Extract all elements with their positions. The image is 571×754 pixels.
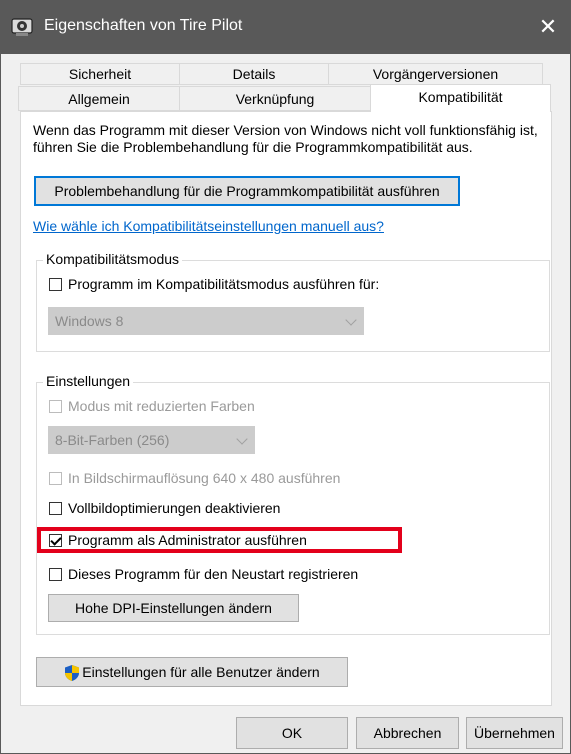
all-users-button[interactable]: Einstellungen für alle Benutzer ändern bbox=[36, 657, 348, 687]
app-icon bbox=[11, 18, 33, 36]
resolution-label: In Bildschirmauflösung 640 x 480 ausführ… bbox=[68, 470, 341, 486]
all-users-button-label: Einstellungen für alle Benutzer ändern bbox=[82, 664, 320, 680]
fullscreen-opt-label: Vollbildoptimierungen deaktivieren bbox=[68, 500, 281, 516]
reduced-color-label: Modus mit reduzierten Farben bbox=[68, 398, 255, 414]
restart-register-checkbox[interactable] bbox=[49, 567, 62, 581]
close-icon[interactable]: ✕ bbox=[525, 0, 571, 54]
compat-mode-checkbox[interactable] bbox=[49, 277, 62, 291]
fullscreen-opt-row[interactable]: Vollbildoptimierungen deaktivieren bbox=[49, 500, 280, 516]
color-select: 8-Bit-Farben (256) bbox=[48, 426, 255, 454]
reduced-color-checkbox bbox=[49, 399, 62, 413]
ok-button[interactable]: OK bbox=[236, 717, 348, 749]
chevron-down-icon bbox=[345, 314, 357, 326]
tab-vorgaengerversionen[interactable]: Vorgängerversionen bbox=[328, 63, 543, 85]
color-select-value: 8-Bit-Farben (256) bbox=[55, 432, 170, 448]
cancel-button[interactable]: Abbrechen bbox=[356, 717, 459, 749]
tab-sicherheit[interactable]: Sicherheit bbox=[20, 63, 180, 85]
os-select: Windows 8 bbox=[48, 307, 364, 335]
resolution-checkbox bbox=[49, 471, 62, 485]
chevron-down-icon bbox=[236, 433, 248, 445]
restart-register-label: Dieses Programm für den Neustart registr… bbox=[68, 566, 359, 582]
shield-icon bbox=[65, 665, 80, 682]
resolution-row: In Bildschirmauflösung 640 x 480 ausführ… bbox=[49, 470, 340, 486]
description-text: Wenn das Programm mit dieser Version von… bbox=[33, 122, 538, 155]
compat-mode-checkbox-row[interactable]: Programm im Kompatibilitätsmodus ausführ… bbox=[49, 276, 379, 292]
troubleshoot-button[interactable]: Problembehandlung für die Programmkompat… bbox=[34, 176, 460, 206]
run-as-admin-highlight bbox=[37, 527, 402, 553]
tab-kompatibilitaet[interactable]: Kompatibilität bbox=[370, 84, 551, 112]
apply-button[interactable]: Übernehmen bbox=[466, 717, 563, 749]
restart-register-row[interactable]: Dieses Programm für den Neustart registr… bbox=[49, 566, 358, 582]
manual-settings-link[interactable]: Wie wähle ich Kompatibilitätseinstellung… bbox=[33, 218, 384, 234]
title-bar: Eigenschaften von Tire Pilot ✕ bbox=[0, 0, 571, 54]
compat-mode-group-label: Kompatibilitätsmodus bbox=[43, 251, 183, 267]
settings-group-label: Einstellungen bbox=[43, 373, 134, 389]
fullscreen-opt-checkbox[interactable] bbox=[49, 501, 62, 515]
tab-verknuepfung[interactable]: Verknüpfung bbox=[179, 86, 371, 111]
compat-mode-group bbox=[36, 260, 550, 352]
os-select-value: Windows 8 bbox=[55, 313, 124, 329]
reduced-color-row: Modus mit reduzierten Farben bbox=[49, 398, 255, 414]
tab-details[interactable]: Details bbox=[179, 63, 329, 85]
compat-mode-checkbox-label: Programm im Kompatibilitätsmodus ausführ… bbox=[68, 276, 380, 292]
window-title: Eigenschaften von Tire Pilot bbox=[44, 17, 243, 34]
tab-allgemein[interactable]: Allgemein bbox=[18, 86, 180, 111]
dpi-settings-button[interactable]: Hohe DPI-Einstellungen ändern bbox=[48, 594, 299, 622]
